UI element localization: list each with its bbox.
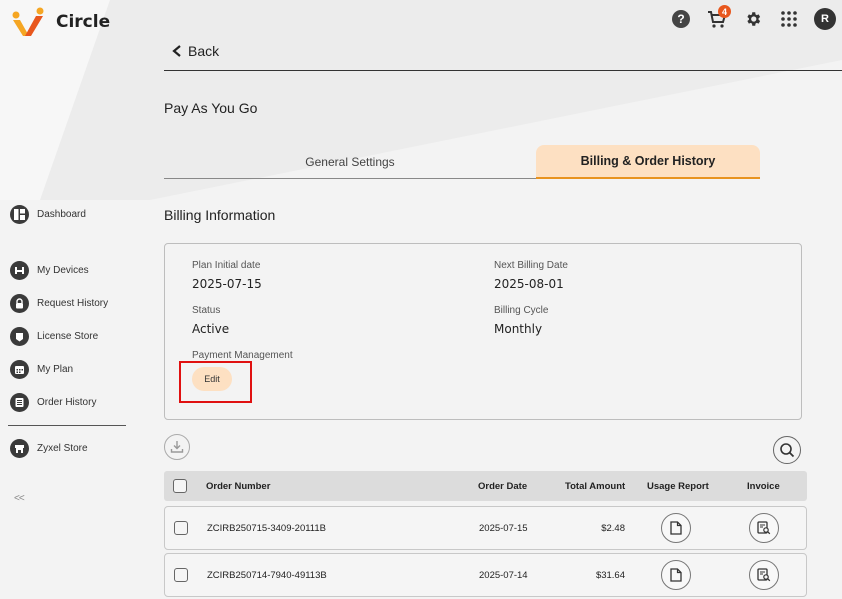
order-number-cell: ZCIRB250715-3409-20111B bbox=[207, 522, 327, 534]
sidebar-item-dashboard[interactable]: Dashboard bbox=[10, 204, 86, 224]
usage-report-button[interactable] bbox=[661, 560, 691, 590]
apps-button[interactable] bbox=[778, 8, 800, 30]
order-date-cell: 2025-07-15 bbox=[479, 522, 528, 534]
download-button[interactable] bbox=[164, 434, 190, 460]
calendar-icon bbox=[10, 359, 29, 379]
help-button[interactable]: ? bbox=[670, 8, 692, 30]
license-icon bbox=[10, 326, 29, 346]
header-divider bbox=[164, 70, 842, 71]
header-usage-report: Usage Report bbox=[647, 480, 709, 492]
cart-button[interactable]: 4 bbox=[706, 5, 731, 30]
top-toolbar: ? 4 R bbox=[670, 5, 836, 30]
header-total-amount: Total Amount bbox=[565, 480, 626, 492]
document-icon bbox=[670, 568, 682, 582]
total-amount-cell: $31.64 bbox=[595, 569, 625, 581]
help-icon: ? bbox=[672, 10, 690, 28]
sidebar-item-order-history[interactable]: Order History bbox=[10, 392, 96, 412]
sidebar-item-label: Order History bbox=[37, 396, 97, 408]
sidebar-divider bbox=[8, 425, 126, 426]
plan-initial-date-label: Plan Initial date bbox=[192, 260, 261, 271]
order-table-header: Order Number Order Date Total Amount Usa… bbox=[164, 471, 807, 501]
select-all-checkbox[interactable] bbox=[173, 479, 187, 493]
billing-info-card: Plan Initial date 2025-07-15 Next Billin… bbox=[164, 243, 802, 420]
invoice-button[interactable] bbox=[749, 560, 779, 590]
sidebar-item-request-history[interactable]: Request History bbox=[10, 293, 108, 313]
total-amount-cell: $2.48 bbox=[601, 522, 625, 534]
cart-count-badge: 4 bbox=[718, 5, 731, 18]
sidebar-item-my-plan[interactable]: My Plan bbox=[10, 359, 73, 379]
status-value: Active bbox=[192, 322, 230, 336]
next-billing-date-value: 2025-08-01 bbox=[494, 277, 564, 291]
sidebar-item-zyxel-store[interactable]: Zyxel Store bbox=[10, 438, 88, 458]
page-title: Pay As You Go bbox=[164, 100, 258, 116]
sidebar-item-my-devices[interactable]: My Devices bbox=[10, 260, 89, 280]
sidebar-item-label: My Devices bbox=[37, 264, 89, 276]
chevron-left-icon bbox=[172, 45, 181, 57]
tab-general-settings[interactable]: General Settings bbox=[164, 145, 536, 179]
tab-billing-order-history[interactable]: Billing & Order History bbox=[536, 145, 760, 179]
invoice-search-icon bbox=[757, 568, 771, 582]
billing-section-title: Billing Information bbox=[164, 207, 276, 223]
sidebar-item-label: My Plan bbox=[37, 363, 74, 375]
table-row: ZCIRB250714-7940-49113B 2025-07-14 $31.6… bbox=[164, 553, 807, 597]
app-name: Circle bbox=[56, 12, 111, 32]
invoice-button[interactable] bbox=[749, 513, 779, 543]
header-order-date: Order Date bbox=[478, 480, 528, 492]
plan-initial-date-value: 2025-07-15 bbox=[192, 277, 262, 291]
order-number-cell: ZCIRB250714-7940-49113B bbox=[207, 569, 327, 581]
tab-bar: General Settings Billing & Order History bbox=[164, 145, 762, 179]
list-icon bbox=[10, 392, 29, 412]
devices-icon bbox=[10, 260, 29, 280]
sidebar-collapse-button[interactable]: << bbox=[14, 493, 25, 504]
billing-cycle-label: Billing Cycle bbox=[494, 305, 549, 316]
table-row: ZCIRB250715-3409-20111B 2025-07-15 $2.48 bbox=[164, 506, 807, 550]
next-billing-date-label: Next Billing Date bbox=[494, 260, 568, 271]
back-label: Back bbox=[188, 43, 220, 59]
sidebar-item-label: Dashboard bbox=[37, 208, 86, 220]
header-order-number: Order Number bbox=[206, 480, 271, 492]
app-logo[interactable]: Circle bbox=[10, 6, 110, 38]
sidebar-item-label: License Store bbox=[37, 330, 99, 342]
document-icon bbox=[670, 521, 682, 535]
store-icon bbox=[10, 438, 29, 458]
status-label: Status bbox=[192, 305, 221, 316]
lock-icon bbox=[10, 293, 29, 313]
order-date-cell: 2025-07-14 bbox=[479, 569, 528, 581]
settings-button[interactable] bbox=[742, 8, 764, 30]
row-checkbox[interactable] bbox=[174, 568, 188, 582]
gear-icon bbox=[747, 12, 761, 26]
dashboard-icon bbox=[10, 204, 29, 224]
usage-report-button[interactable] bbox=[661, 513, 691, 543]
sidebar-item-label: Request History bbox=[37, 297, 109, 309]
apps-grid-icon bbox=[781, 11, 797, 27]
billing-cycle-value: Monthly bbox=[494, 322, 543, 336]
search-icon bbox=[780, 443, 795, 458]
payment-management-label: Payment Management bbox=[192, 350, 293, 361]
user-avatar[interactable]: R bbox=[814, 8, 836, 30]
sidebar-item-license-store[interactable]: License Store bbox=[10, 326, 98, 346]
back-button[interactable]: Back bbox=[172, 43, 219, 59]
download-icon bbox=[170, 441, 184, 453]
sidebar-item-label: Zyxel Store bbox=[37, 442, 88, 454]
search-button[interactable] bbox=[773, 436, 801, 464]
row-checkbox[interactable] bbox=[174, 521, 188, 535]
invoice-search-icon bbox=[757, 521, 771, 535]
header-invoice: Invoice bbox=[747, 480, 780, 492]
logo-icon bbox=[10, 6, 46, 38]
edit-payment-button[interactable]: Edit bbox=[192, 367, 232, 391]
